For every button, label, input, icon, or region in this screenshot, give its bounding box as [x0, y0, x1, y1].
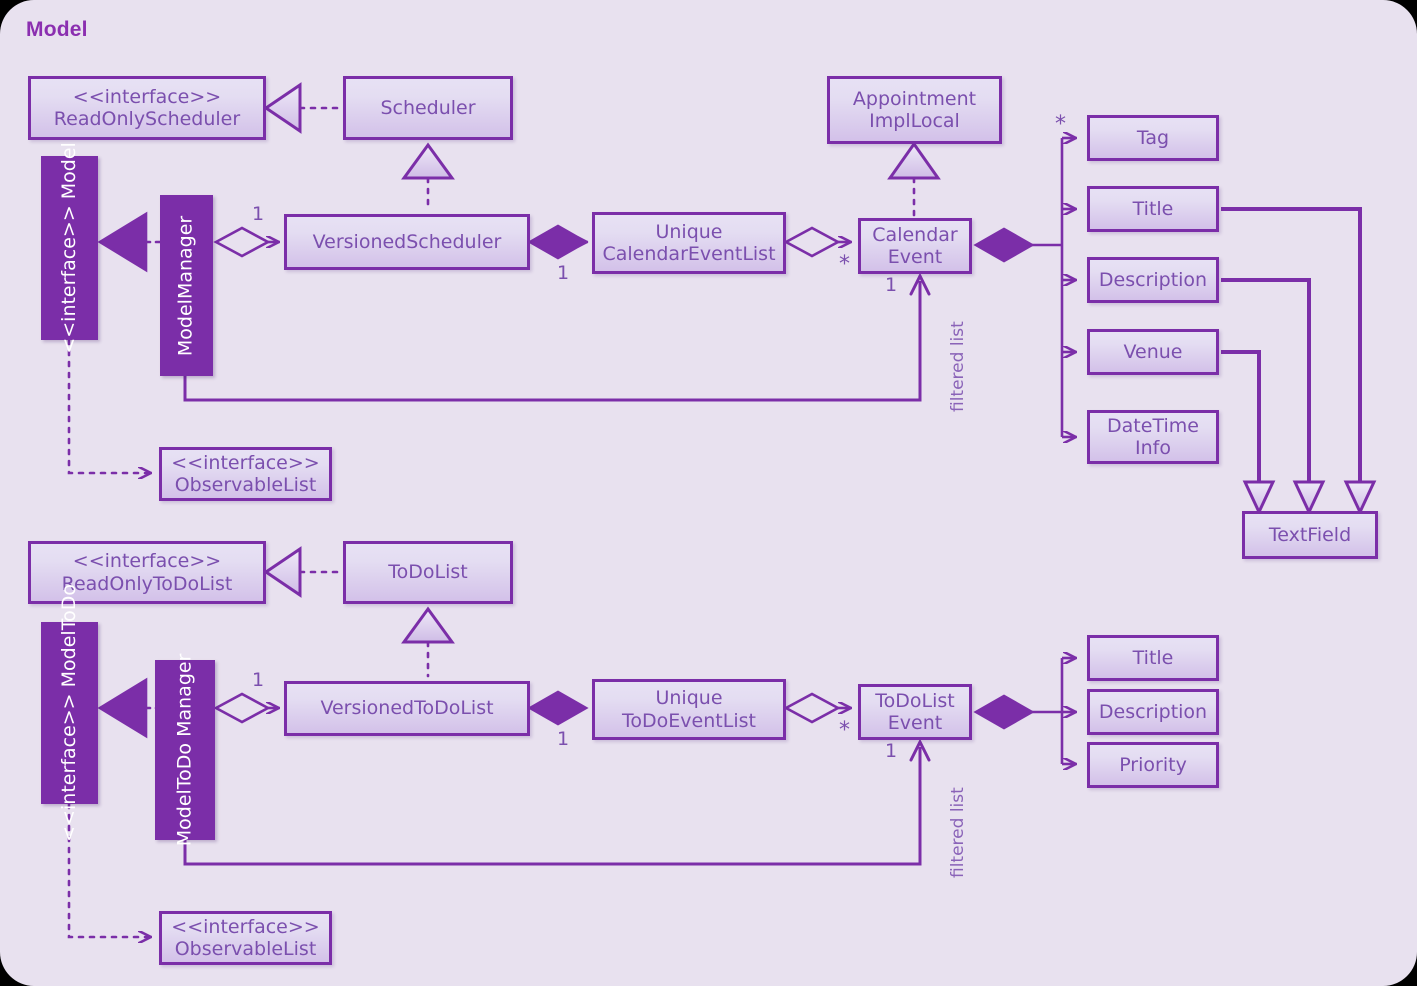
class-name-label: <<interface>> ModelToDo: [57, 584, 81, 842]
multiplicity-label-ce-tag: *: [1055, 112, 1066, 137]
edge-label-filtered-list-todo: filtered list: [948, 787, 968, 878]
class-box-priority[interactable]: Priority: [1087, 742, 1219, 788]
class-box-versioned-todo-list[interactable]: VersionedToDoList: [284, 681, 530, 736]
name-label: ModelToDo: [57, 584, 80, 688]
multiplicity-label-mm-vs: 1: [252, 203, 265, 225]
class-name-label: TextField: [1268, 523, 1352, 546]
class-box-title-calendar[interactable]: Title: [1087, 186, 1219, 232]
stereotype-label: <<interface>>: [171, 451, 320, 474]
class-box-calendar-event[interactable]: Calendar Event: [858, 218, 972, 274]
class-name-line2: ImplLocal: [869, 110, 960, 132]
class-name-label: ReadOnlyScheduler: [53, 108, 241, 130]
class-name-label: VersionedToDoList: [320, 697, 494, 720]
class-box-description-todo[interactable]: Description: [1087, 689, 1219, 735]
class-box-venue[interactable]: Venue: [1087, 329, 1219, 375]
class-name-label: Title: [1132, 646, 1174, 669]
class-box-versioned-scheduler[interactable]: VersionedScheduler: [284, 214, 530, 270]
class-name-label: Title: [1132, 197, 1174, 220]
class-name-label: VersionedScheduler: [312, 230, 502, 253]
name-line1: ModelToDo: [173, 743, 196, 847]
stereotype-label: <<interface>>: [72, 550, 222, 573]
class-name-line1: Appointment: [852, 87, 977, 110]
class-name-label: ObservableList: [174, 938, 317, 960]
diagram-title: Model: [26, 18, 88, 41]
class-name-line2: Info: [1135, 437, 1171, 459]
class-box-unique-calendar-event-list[interactable]: Unique CalendarEventList: [592, 212, 786, 274]
class-box-model[interactable]: <<interface>> Model: [41, 142, 98, 354]
class-name-line2: Event: [887, 712, 943, 734]
stereotype-label: <<interface>>: [72, 85, 222, 108]
name-label: Model: [57, 142, 80, 200]
class-name-line2: ToDoEventList: [622, 709, 756, 732]
class-name-label: Description: [1098, 700, 1208, 723]
class-name-label: Scheduler: [380, 96, 476, 119]
class-name-label: Venue: [1123, 340, 1183, 363]
name-line2: Manager: [173, 653, 196, 737]
class-name-line2: CalendarEventList: [602, 243, 776, 265]
stereotype-label: <<interface>>: [57, 693, 80, 842]
class-box-todo-list-event[interactable]: ToDoList Event: [858, 684, 972, 740]
class-box-datetime-info[interactable]: DateTime Info: [1087, 410, 1219, 464]
class-name-label: ModelManager: [174, 215, 197, 356]
multiplicity-label-ce-filtered: 1: [885, 274, 898, 296]
class-name-line1: DateTime: [1107, 414, 1199, 437]
stereotype-label: <<interface>>: [171, 915, 320, 938]
multiplicity-label-tle-filtered: 1: [885, 740, 898, 762]
multiplicity-label-vs-ucel: 1: [557, 262, 570, 284]
class-box-text-field[interactable]: TextField: [1242, 511, 1378, 559]
class-name-label: ModelToDo Manager: [173, 653, 196, 847]
stereotype-label: <<interface>>: [57, 205, 80, 354]
class-name-line1: ToDoList: [875, 689, 955, 712]
class-name-label: Description: [1098, 268, 1208, 291]
class-name-label: Priority: [1119, 753, 1187, 776]
multiplicity-label-vtdl-utel: 1: [557, 728, 570, 750]
class-name-line1: Calendar: [872, 223, 958, 246]
class-box-observable-list-top[interactable]: <<interface>> ObservableList: [159, 447, 332, 501]
class-box-observable-list-bottom[interactable]: <<interface>> ObservableList: [159, 911, 332, 965]
class-name-label: ReadOnlyToDoList: [61, 572, 233, 595]
class-box-read-only-scheduler[interactable]: <<interface>> ReadOnlyScheduler: [28, 76, 266, 140]
class-box-description-calendar[interactable]: Description: [1087, 257, 1219, 303]
class-box-model-todo-manager[interactable]: ModelToDo Manager: [155, 654, 215, 846]
class-name-label: ToDoList: [388, 561, 468, 584]
edge-label-filtered-list-calendar: filtered list: [948, 321, 968, 412]
class-name-line1: Unique: [655, 687, 723, 710]
class-box-scheduler[interactable]: Scheduler: [343, 76, 513, 140]
class-name-label: <<interface>> Model: [57, 142, 81, 354]
multiplicity-label-mtm-vtdl: 1: [252, 669, 265, 691]
class-box-title-todo[interactable]: Title: [1087, 635, 1219, 681]
class-box-model-todo[interactable]: <<interface>> ModelToDo: [41, 584, 98, 842]
class-box-todo-list[interactable]: ToDoList: [343, 541, 513, 604]
uml-diagram-canvas: VersionedScheduler (hollow diamond) --> …: [0, 0, 1417, 986]
multiplicity-label-ucel-ce: *: [839, 252, 850, 277]
class-name-label: Tag: [1136, 126, 1170, 149]
class-box-model-manager[interactable]: ModelManager: [160, 195, 213, 376]
class-box-appointment-impl-local[interactable]: Appointment ImplLocal: [827, 76, 1002, 144]
class-name-line2: Event: [887, 246, 943, 268]
class-name-line1: Unique: [655, 220, 723, 243]
class-box-tag[interactable]: Tag: [1087, 115, 1219, 161]
class-name-label: ObservableList: [174, 474, 317, 496]
multiplicity-label-utel-tle: *: [839, 718, 850, 743]
class-box-unique-todo-event-list[interactable]: Unique ToDoEventList: [592, 679, 786, 740]
